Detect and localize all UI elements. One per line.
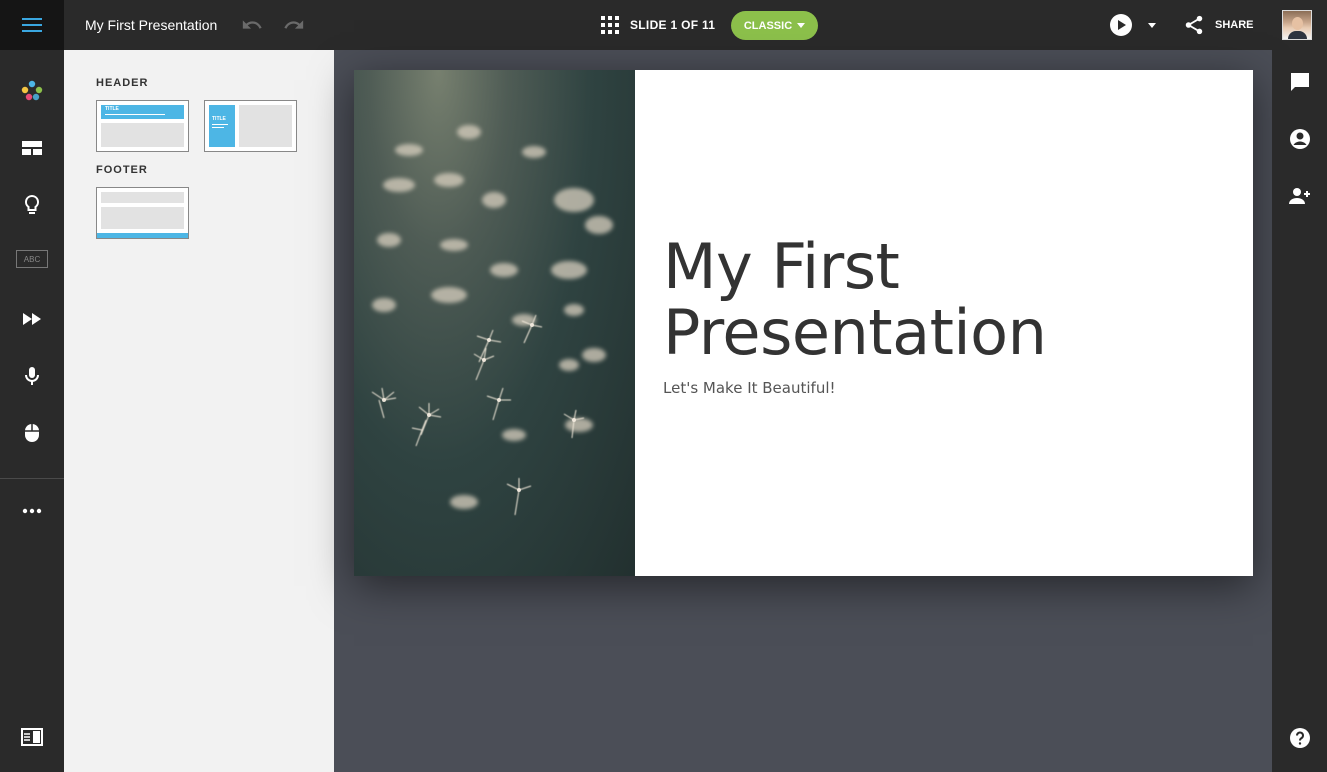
more-icon[interactable] — [20, 499, 44, 523]
slide-photo[interactable] — [354, 70, 635, 576]
thumb-header-block — [101, 192, 184, 203]
thumb-line — [105, 114, 165, 115]
menu-icon — [22, 18, 42, 32]
play-options-chevron-down-icon[interactable] — [1148, 23, 1156, 28]
help-icon[interactable] — [1288, 726, 1312, 750]
thumb-title-label: TITLE — [105, 106, 119, 112]
menu-button[interactable] — [0, 0, 64, 50]
thumb-body — [101, 207, 184, 229]
slide[interactable]: My First Presentation Let's Make It Beau… — [354, 70, 1253, 576]
chevron-down-icon — [797, 23, 806, 28]
thumb-line — [212, 127, 224, 128]
text-style-icon[interactable]: ABC — [16, 250, 48, 268]
left-toolbar: ABC — [0, 50, 64, 772]
right-toolbar — [1272, 50, 1327, 772]
text-style-label: ABC — [23, 254, 41, 264]
layout-panel: HEADER TITLE TITLE FOOTER — [64, 50, 334, 772]
grid-icon[interactable] — [601, 16, 619, 34]
theme-label: CLASSIC — [743, 19, 793, 32]
slide-title[interactable]: My First Presentation — [663, 234, 1223, 366]
thumb-title-label: TITLE — [212, 116, 226, 122]
redo-icon[interactable] — [283, 14, 305, 36]
thumb-body — [101, 123, 184, 147]
rail-divider — [0, 478, 64, 479]
lightbulb-icon[interactable] — [20, 193, 44, 217]
mouse-icon[interactable] — [20, 421, 44, 445]
play-icon[interactable] — [1110, 14, 1132, 36]
add-user-icon[interactable] — [1288, 184, 1312, 208]
user-circle-icon[interactable] — [1288, 127, 1312, 151]
palette-icon[interactable] — [20, 79, 44, 103]
panel-toggle-icon[interactable] — [20, 725, 44, 749]
slide-counter[interactable]: SLIDE 1 OF 11 — [630, 18, 715, 32]
comment-icon[interactable] — [1288, 70, 1312, 94]
share-button[interactable]: SHARE — [1215, 19, 1254, 31]
dandelion-seeds-image — [371, 125, 613, 516]
header-layout-top-banner[interactable]: TITLE — [96, 100, 189, 152]
thumb-line — [212, 124, 228, 125]
layout-icon[interactable] — [20, 136, 44, 160]
top-bar: My First Presentation SLIDE 1 OF 11 CLAS… — [0, 0, 1327, 50]
microphone-icon[interactable] — [20, 364, 44, 388]
header-layout-side-banner[interactable]: TITLE — [204, 100, 297, 152]
slide-canvas: My First Presentation Let's Make It Beau… — [334, 50, 1272, 772]
thumb-body — [239, 105, 292, 147]
theme-dropdown-button[interactable]: CLASSIC — [731, 11, 818, 40]
user-avatar[interactable] — [1282, 10, 1312, 40]
header-section-heading: HEADER — [96, 77, 149, 89]
share-icon[interactable] — [1183, 14, 1205, 36]
footer-layout[interactable] — [96, 187, 189, 239]
slide-subtitle[interactable]: Let's Make It Beautiful! — [663, 379, 836, 397]
thumb-banner: TITLE — [101, 105, 184, 119]
undo-icon[interactable] — [241, 14, 263, 36]
thumb-side-banner: TITLE — [209, 105, 235, 147]
transition-icon[interactable] — [20, 307, 44, 331]
footer-section-heading: FOOTER — [96, 164, 148, 176]
presentation-title[interactable]: My First Presentation — [85, 17, 217, 33]
thumb-footer-bar — [97, 233, 188, 238]
